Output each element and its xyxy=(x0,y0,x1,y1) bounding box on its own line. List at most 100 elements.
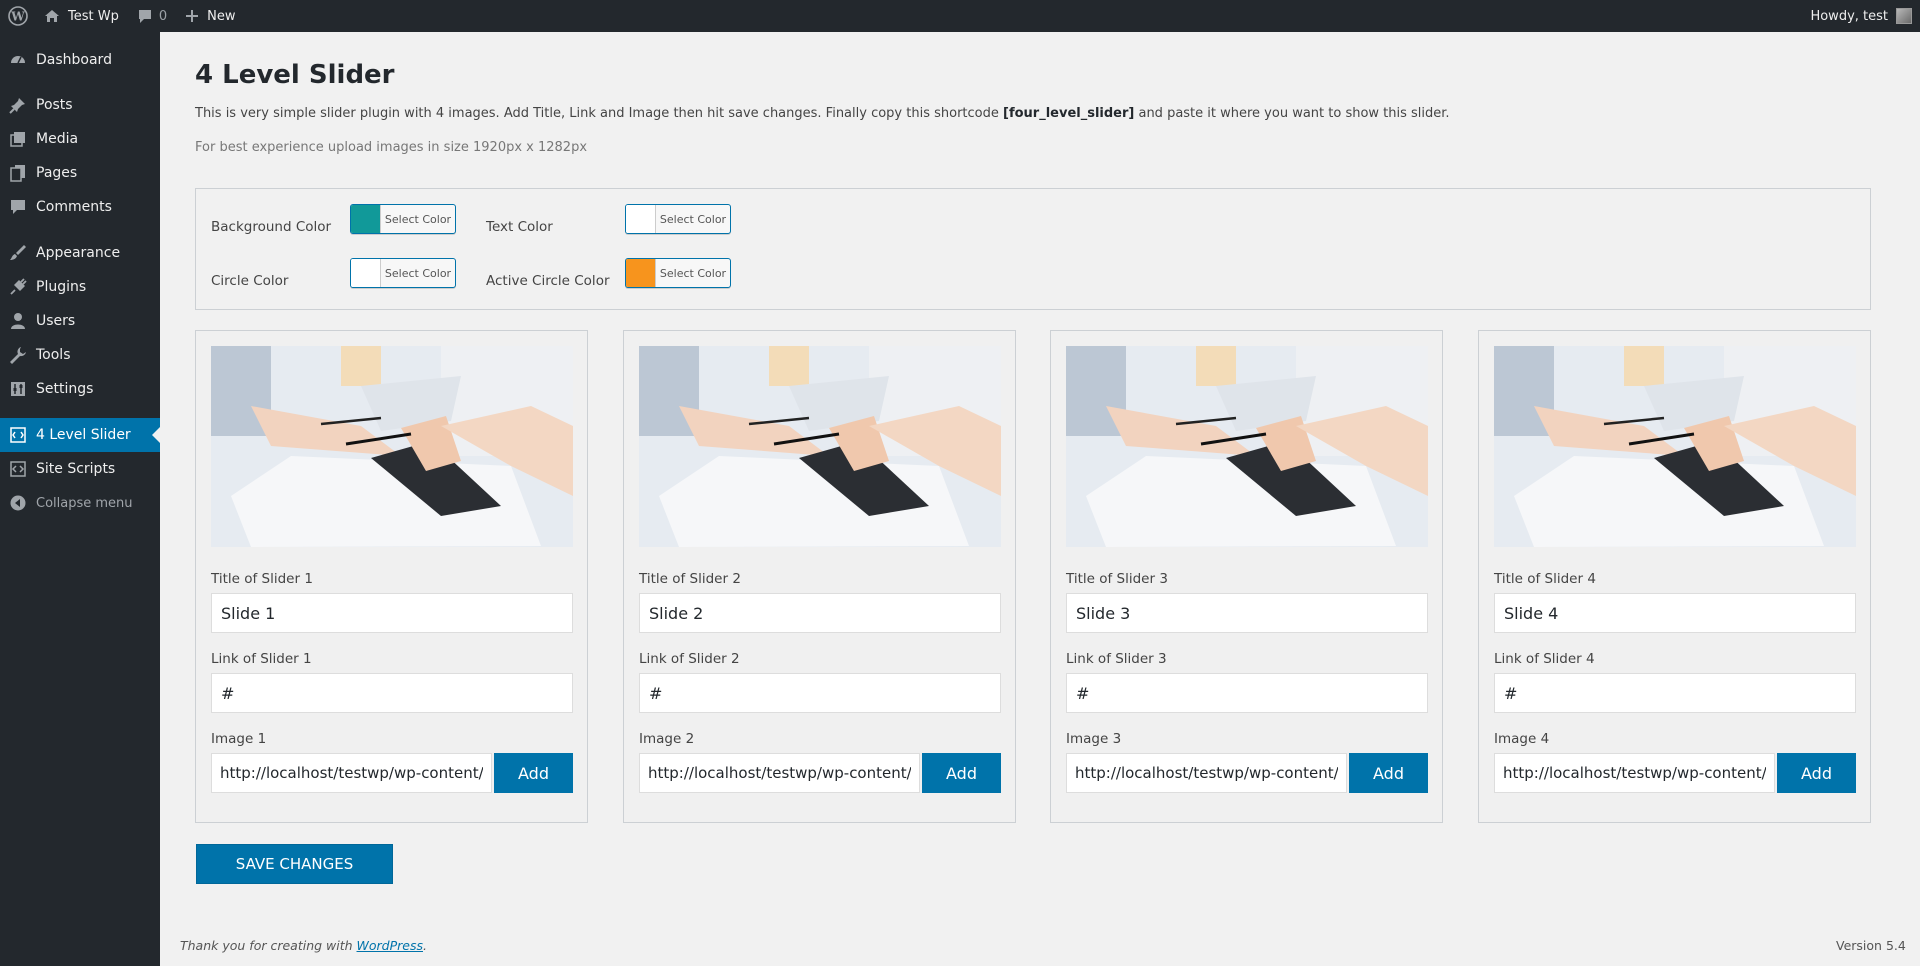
sidebar-item-label: Collapse menu xyxy=(36,495,133,511)
sidebar-item-label: Users xyxy=(36,313,76,329)
comments-link[interactable]: 0 xyxy=(128,0,176,32)
slider-icon xyxy=(0,427,36,443)
title-input[interactable] xyxy=(211,593,573,633)
link-input[interactable] xyxy=(211,673,573,713)
media-icon xyxy=(0,130,36,148)
plugin-description: This is very simple slider plugin with 4… xyxy=(195,106,1450,121)
image-label: Image 4 xyxy=(1494,731,1550,747)
page-title: 4 Level Slider xyxy=(195,60,395,90)
image-label: Image 3 xyxy=(1066,731,1122,747)
sidebar-item-label: Settings xyxy=(36,381,94,397)
sidebar-item-label: Comments xyxy=(36,199,112,215)
active-circle-color-picker[interactable]: Select Color xyxy=(625,258,731,288)
wordpress-link[interactable]: WordPress xyxy=(357,938,423,953)
sidebar-item-tools[interactable]: Tools xyxy=(0,338,160,372)
sidebar-item-label: Dashboard xyxy=(36,52,112,68)
my-account-link[interactable]: Howdy, test xyxy=(1801,0,1920,32)
slide-image-preview[interactable] xyxy=(1066,346,1428,547)
sidebar-item-label: Media xyxy=(36,131,79,147)
pages-icon xyxy=(0,164,36,182)
image-url-input[interactable] xyxy=(211,753,492,793)
image-url-input[interactable] xyxy=(639,753,920,793)
circle-color-picker[interactable]: Select Color xyxy=(350,258,456,288)
color-swatch xyxy=(626,205,656,233)
image-url-input[interactable] xyxy=(1066,753,1347,793)
footer-thanks: Thank you for creating with WordPress. xyxy=(180,938,427,953)
link-label: Link of Slider 4 xyxy=(1494,651,1595,667)
link-input[interactable] xyxy=(639,673,1001,713)
admin-sidebar: Dashboard Posts Media Pages Comments App… xyxy=(0,32,160,966)
comments-count: 0 xyxy=(158,8,168,24)
title-input[interactable] xyxy=(1066,593,1428,633)
sidebar-item-appearance[interactable]: Appearance xyxy=(0,236,160,270)
image-size-hint: For best experience upload images in siz… xyxy=(195,140,588,155)
new-content-link[interactable]: New xyxy=(176,0,244,32)
slide-image-preview[interactable] xyxy=(1494,346,1856,547)
footer-version: Version 5.4 xyxy=(1836,938,1906,953)
title-label: Title of Slider 3 xyxy=(1066,571,1168,587)
add-image-button[interactable]: Add xyxy=(922,753,1001,793)
title-label: Title of Slider 1 xyxy=(211,571,313,587)
new-label: New xyxy=(207,8,236,24)
comment-icon xyxy=(0,198,36,216)
save-changes-button[interactable]: SAVE CHANGES xyxy=(196,844,393,884)
plug-icon xyxy=(0,278,36,296)
sidebar-item-posts[interactable]: Posts xyxy=(0,88,160,122)
collapse-menu-button[interactable]: Collapse menu xyxy=(0,486,160,520)
home-icon xyxy=(45,10,59,22)
slide-image-preview[interactable] xyxy=(211,346,573,547)
sidebar-item-dashboard[interactable]: Dashboard xyxy=(0,43,160,77)
sidebar-item-label: Site Scripts xyxy=(36,461,116,477)
color-swatch xyxy=(351,205,381,233)
user-icon xyxy=(0,312,36,330)
sidebar-item-label: Pages xyxy=(36,165,78,181)
sidebar-item-pages[interactable]: Pages xyxy=(0,156,160,190)
slider-card-1: Title of Slider 1 Link of Slider 1 Image… xyxy=(195,330,588,823)
wrench-icon xyxy=(0,346,36,364)
title-input[interactable] xyxy=(1494,593,1856,633)
image-label: Image 1 xyxy=(211,731,267,747)
sidebar-item-label: Tools xyxy=(36,347,71,363)
add-image-button[interactable]: Add xyxy=(494,753,573,793)
select-color-label: Select Color xyxy=(659,212,727,226)
color-swatch xyxy=(351,259,381,287)
title-input[interactable] xyxy=(639,593,1001,633)
comment-icon xyxy=(138,9,151,23)
select-color-label: Select Color xyxy=(659,266,727,280)
sidebar-item-media[interactable]: Media xyxy=(0,122,160,156)
site-name-label: Test Wp xyxy=(68,8,119,24)
sidebar-item-comments[interactable]: Comments xyxy=(0,190,160,224)
link-input[interactable] xyxy=(1066,673,1428,713)
site-name-link[interactable]: Test Wp xyxy=(35,0,128,32)
background-color-picker[interactable]: Select Color xyxy=(350,204,456,234)
settings-icon xyxy=(0,380,36,398)
link-label: Link of Slider 3 xyxy=(1066,651,1167,667)
wordpress-logo-icon[interactable]: W xyxy=(0,0,35,32)
sidebar-item-settings[interactable]: Settings xyxy=(0,372,160,406)
image-url-input[interactable] xyxy=(1494,753,1775,793)
sidebar-item-plugins[interactable]: Plugins xyxy=(0,270,160,304)
sidebar-item-4-level-slider[interactable]: 4 Level Slider xyxy=(0,418,160,452)
text-color-picker[interactable]: Select Color xyxy=(625,204,731,234)
active-circle-color-label: Active Circle Color xyxy=(486,273,610,289)
select-color-label: Select Color xyxy=(384,266,452,280)
script-icon xyxy=(0,461,36,477)
sidebar-item-label: Plugins xyxy=(36,279,87,295)
sidebar-item-users[interactable]: Users xyxy=(0,304,160,338)
sidebar-item-label: Posts xyxy=(36,97,73,113)
link-input[interactable] xyxy=(1494,673,1856,713)
sidebar-item-label: Appearance xyxy=(36,245,121,261)
description-text-end: and paste it where you want to show this… xyxy=(1134,106,1450,121)
collapse-icon xyxy=(0,495,36,511)
svg-text:W: W xyxy=(10,10,25,24)
pin-icon xyxy=(0,96,36,114)
text-color-label: Text Color xyxy=(486,219,553,235)
sidebar-item-site-scripts[interactable]: Site Scripts xyxy=(0,452,160,486)
add-image-button[interactable]: Add xyxy=(1777,753,1856,793)
slide-image-preview[interactable] xyxy=(639,346,1001,547)
plus-icon xyxy=(186,10,199,22)
title-label: Title of Slider 4 xyxy=(1494,571,1596,587)
brush-icon xyxy=(0,244,36,262)
avatar xyxy=(1896,8,1912,24)
add-image-button[interactable]: Add xyxy=(1349,753,1428,793)
